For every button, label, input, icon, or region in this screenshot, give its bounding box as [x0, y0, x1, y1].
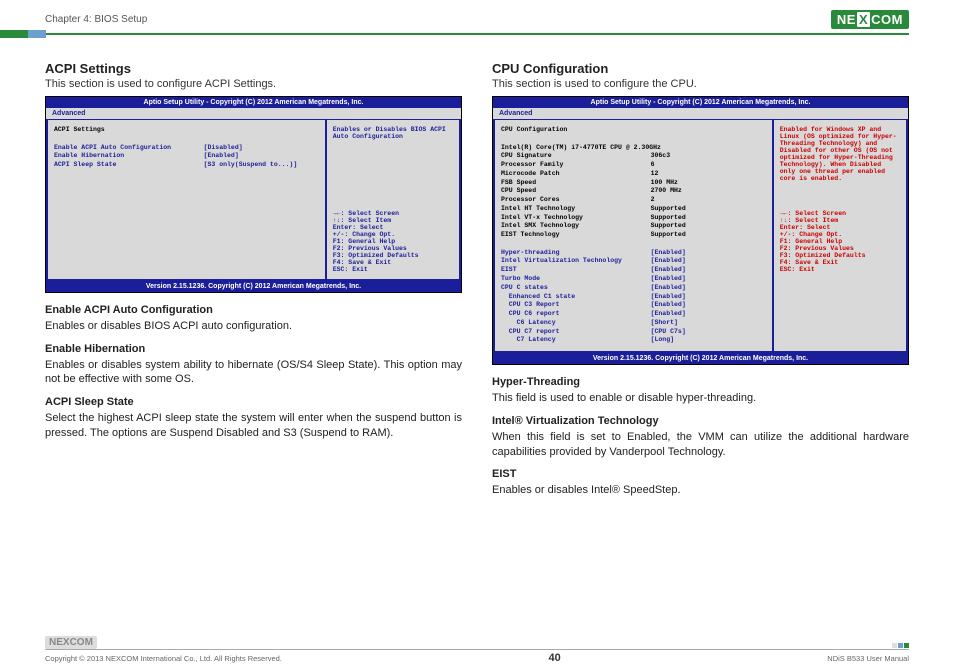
- bios-row: Enhanced C1 state[Enabled]: [501, 293, 766, 302]
- d2-text: When this field is set to Enabled, the V…: [492, 430, 909, 460]
- bios-key-hint: F2: Previous Values: [780, 245, 900, 252]
- bios-row: FSB Speed100 MHz: [501, 179, 766, 188]
- bios-key-hint: ↑↓: Select Item: [780, 217, 900, 224]
- bios-key-hint: F3: Optimized Defaults: [780, 252, 900, 259]
- bios-row: CPU Speed2700 MHz: [501, 187, 766, 196]
- d1-title: Enable ACPI Auto Configuration: [45, 303, 462, 318]
- d1-title: Hyper-Threading: [492, 375, 909, 390]
- bios-row: Processor Cores2: [501, 196, 766, 205]
- bios-key-hint: →←: Select Screen: [780, 210, 900, 217]
- bios-tab: Advanced: [493, 108, 908, 120]
- bios-key-hint: F1: General Help: [333, 238, 453, 245]
- bios-row: Intel VT-x TechnologySupported: [501, 214, 766, 223]
- side-tab-green: [0, 30, 28, 38]
- acpi-bios-box: Aptio Setup Utility - Copyright (C) 2012…: [45, 96, 462, 293]
- bios-key-hint: F1: General Help: [780, 238, 900, 245]
- bios-key-hint: Enter: Select: [333, 224, 453, 231]
- d3-text: Enables or disables Intel® SpeedStep.: [492, 483, 909, 498]
- bios-key-hint: +/-: Change Opt.: [780, 231, 900, 238]
- brand-mid: X: [857, 12, 870, 27]
- brand-post: COM: [871, 12, 903, 27]
- chapter-label: Chapter 4: BIOS Setup: [45, 14, 147, 25]
- d3-title: EIST: [492, 467, 909, 482]
- bios-row: EIST[Enabled]: [501, 266, 766, 275]
- bios-row: CPU C7 report[CPU C7s]: [501, 328, 766, 337]
- footer-doc: NDiS B533 User Manual: [827, 654, 909, 663]
- bios-key-hint: F4: Save & Exit: [333, 259, 453, 266]
- brand-pre: NE: [837, 12, 856, 27]
- cpu-bios-box: Aptio Setup Utility - Copyright (C) 2012…: [492, 96, 909, 365]
- bios-row: Hyper-threading[Enabled]: [501, 249, 766, 258]
- bios-key-hint: F3: Optimized Defaults: [333, 252, 453, 259]
- bios-help-top: Enabled for Windows XP and Linux (OS opt…: [780, 126, 900, 182]
- bios-row: Intel(R) Core(TM) i7-4770TE CPU @ 2.30GH…: [501, 144, 766, 153]
- bios-row: Intel SMX TechnologySupported: [501, 222, 766, 231]
- bios-row: CPU C6 report[Enabled]: [501, 310, 766, 319]
- bios-title: Aptio Setup Utility - Copyright (C) 2012…: [493, 97, 908, 108]
- d2-text: Enables or disables system ability to hi…: [45, 358, 462, 388]
- cpu-intro: This section is used to configure the CP…: [492, 78, 909, 90]
- bios-key-hint: F4: Save & Exit: [780, 259, 900, 266]
- bios-row: Processor Family6: [501, 161, 766, 170]
- footer-copyright: Copyright © 2013 NEXCOM International Co…: [45, 654, 282, 663]
- bios-row: Enable Hibernation[Enabled]: [54, 152, 319, 161]
- bios-row: CPU C3 Report[Enabled]: [501, 301, 766, 310]
- bios-version: Version 2.15.1236. Copyright (C) 2012 Am…: [46, 281, 461, 292]
- bios-tab: Advanced: [46, 108, 461, 120]
- bios-row: Microcode Patch12: [501, 170, 766, 179]
- acpi-intro: This section is used to configure ACPI S…: [45, 78, 462, 90]
- d3-title: ACPI Sleep State: [45, 395, 462, 410]
- footer: NEXCOM Copyright © 2013 NEXCOM Internati…: [45, 636, 909, 664]
- d2-title: Intel® Virtualization Technology: [492, 414, 909, 429]
- bios-row: ACPI Sleep State[S3 only(Suspend to...)]: [54, 161, 319, 170]
- bios-row: C6 Latency[Short]: [501, 319, 766, 328]
- bios-key-hint: F2: Previous Values: [333, 245, 453, 252]
- bios-key-hint: ESC: Exit: [333, 266, 453, 273]
- d3-text: Select the highest ACPI sleep state the …: [45, 411, 462, 441]
- bios-row: EIST TechnologySupported: [501, 231, 766, 240]
- d1-text: This field is used to enable or disable …: [492, 391, 909, 406]
- bios-key-hint: +/-: Change Opt.: [333, 231, 453, 238]
- bios-row: CPU Signature306c3: [501, 152, 766, 161]
- bios-key-hint: →←: Select Screen: [333, 210, 453, 217]
- bios-row: Turbo Mode[Enabled]: [501, 275, 766, 284]
- page-number: 40: [548, 652, 560, 664]
- bios-heading: ACPI Settings: [54, 126, 319, 135]
- d2-title: Enable Hibernation: [45, 342, 462, 357]
- bios-heading: CPU Configuration: [501, 126, 766, 135]
- brand-logo: NE X COM: [831, 10, 909, 29]
- d1-text: Enables or disables BIOS ACPI auto confi…: [45, 319, 462, 334]
- footer-logo: NEXCOM: [45, 636, 97, 649]
- cpu-title: CPU Configuration: [492, 61, 909, 76]
- right-column: CPU Configuration This section is used t…: [492, 61, 909, 498]
- bios-row: Intel HT TechnologySupported: [501, 205, 766, 214]
- bios-row: Enable ACPI Auto Configuration[Disabled]: [54, 144, 319, 153]
- acpi-title: ACPI Settings: [45, 61, 462, 76]
- side-tab-blue: [28, 30, 46, 38]
- left-column: ACPI Settings This section is used to co…: [45, 61, 462, 498]
- bios-help-top: Enables or Disables BIOS ACPI Auto Confi…: [333, 126, 453, 140]
- bios-row: CPU C states[Enabled]: [501, 284, 766, 293]
- bios-row: Intel Virtualization Technology[Enabled]: [501, 257, 766, 266]
- bios-key-hint: ESC: Exit: [780, 266, 900, 273]
- bios-key-hint: ↑↓: Select Item: [333, 217, 453, 224]
- bios-row: C7 Latency[Long]: [501, 336, 766, 345]
- bios-key-hint: Enter: Select: [780, 224, 900, 231]
- bios-title: Aptio Setup Utility - Copyright (C) 2012…: [46, 97, 461, 108]
- bios-version: Version 2.15.1236. Copyright (C) 2012 Am…: [493, 353, 908, 364]
